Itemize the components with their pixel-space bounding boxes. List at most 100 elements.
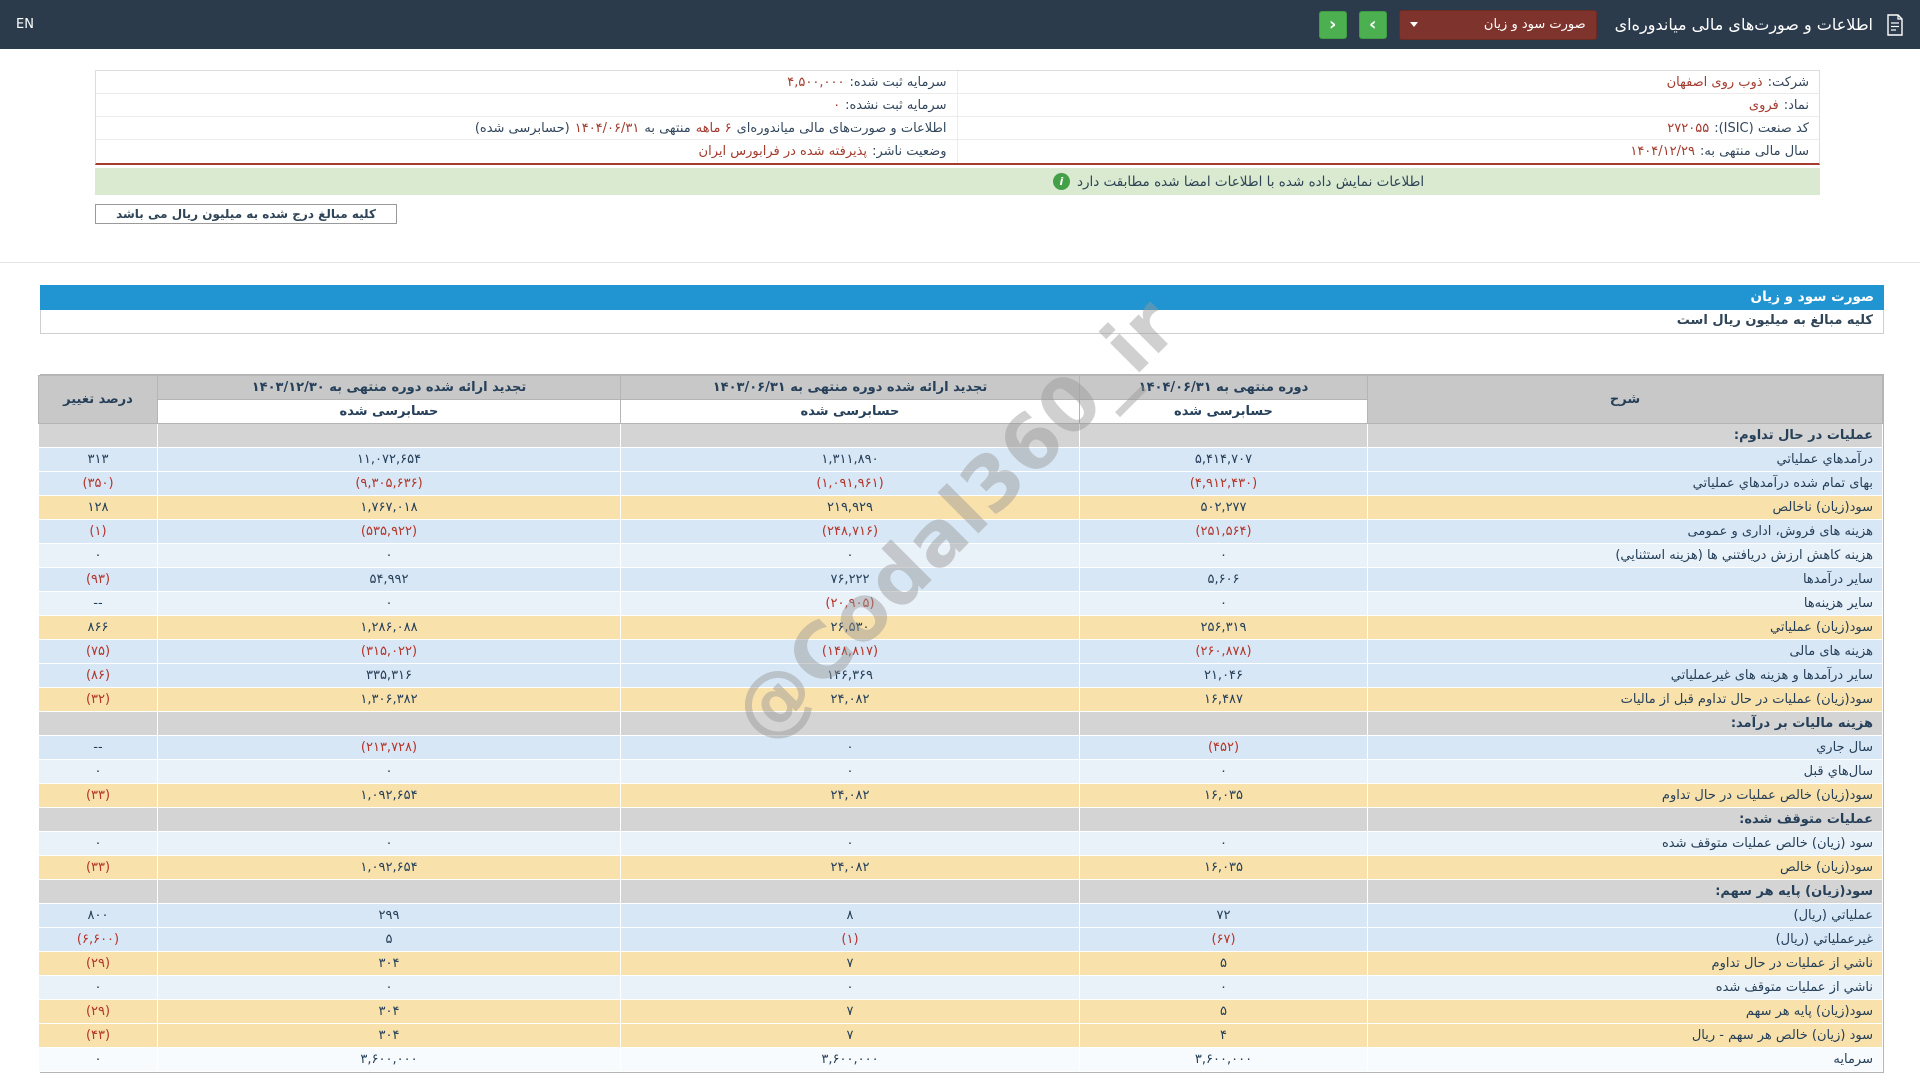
cell-value: (۱): [39, 520, 158, 544]
cell-value: (۳۵۰): [39, 472, 158, 496]
row-label: عملیات در حال تداوم:: [1368, 424, 1883, 448]
table-row: ساير درآمدها و هزينه هاى غيرعملياتي۲۱,۰۴…: [39, 664, 1883, 688]
section-row: عملیات در حال تداوم:: [39, 424, 1883, 448]
language-toggle[interactable]: EN: [16, 17, 34, 32]
cell-value: (۳۲): [39, 688, 158, 712]
cell-value: ۱,۰۹۲,۶۵۴: [158, 856, 621, 880]
row-label: سود (زيان) خالص عمليات متوقف شده: [1368, 832, 1883, 856]
cell-value: ۴: [1080, 1024, 1368, 1048]
cell-value: ۳۱۳: [39, 448, 158, 472]
table-row: سال جاري(۴۵۲)۰(۲۱۳,۷۲۸)--: [39, 736, 1883, 760]
row-label: سود(زيان) پايه هر سهم:: [1368, 880, 1883, 904]
cell-value: (۲۰,۹۰۵): [621, 592, 1080, 616]
cell-value: [621, 880, 1080, 904]
cell-value: [621, 712, 1080, 736]
cell-value: [1080, 880, 1368, 904]
nav-forward-button[interactable]: ›: [1359, 11, 1387, 39]
cell-value: ۲۹۹: [158, 904, 621, 928]
statement-type-select[interactable]: صورت سود و زیان: [1399, 10, 1597, 40]
cell-value: ۷۲: [1080, 904, 1368, 928]
row-label: سال جاري: [1368, 736, 1883, 760]
banner-text: اطلاعات نمایش داده شده با اطلاعات امضا ش…: [1077, 174, 1424, 190]
cell-value: ۰: [39, 760, 158, 784]
statement-title-bar: صورت سود و زیان: [40, 285, 1884, 310]
row-label: سود(زيان) عمليات در حال تداوم قبل از مال…: [1368, 688, 1883, 712]
cell-value: ۲۴,۰۸۲: [621, 856, 1080, 880]
cell-value: (۲۵۱,۵۶۴): [1080, 520, 1368, 544]
info-registered-capital: سرمایه ثبت شده: ۴,۵۰۰,۰۰۰: [96, 71, 958, 94]
table-row: سود (زيان) خالص هر سهم - ريال۴۷۳۰۴(۴۳): [39, 1024, 1883, 1048]
row-label: عملياتي (ريال): [1368, 904, 1883, 928]
statement-unit-note: کلیه مبالغ به میلیون ریال است: [40, 310, 1884, 334]
statement-select-value: صورت سود و زیان: [1484, 17, 1586, 32]
cell-value: ۲۱۹,۹۲۹: [621, 496, 1080, 520]
cell-value: ۰: [39, 544, 158, 568]
cell-value: (۳۳): [39, 784, 158, 808]
table-row: بهاى تمام شده درآمدهاي عملياتي(۴,۹۱۲,۴۳۰…: [39, 472, 1883, 496]
cell-value: (۲۹): [39, 1000, 158, 1024]
cell-value: ۱۱,۰۷۲,۶۵۴: [158, 448, 621, 472]
cell-value: ۰: [158, 544, 621, 568]
info-isic-code: کد صنعت (ISIC): ۲۷۲۰۵۵: [958, 117, 1820, 140]
cell-value: ۷: [621, 952, 1080, 976]
cell-value: (۳۱۵,۰۲۲): [158, 640, 621, 664]
cell-value: (۱): [621, 928, 1080, 952]
table-row: سود(زيان) پايه هر سهم۵۷۳۰۴(۲۹): [39, 1000, 1883, 1024]
cell-value: --: [39, 592, 158, 616]
cell-value: ۷: [621, 1000, 1080, 1024]
cell-value: ۲۴,۰۸۲: [621, 688, 1080, 712]
cell-value: ۰: [1080, 544, 1368, 568]
cell-value: ۵۴,۹۹۲: [158, 568, 621, 592]
cell-value: (۲۶۰,۸۷۸): [1080, 640, 1368, 664]
info-period-description: اطلاعات و صورت‌های مالی میاندوره‌ای ۶ ما…: [96, 117, 958, 140]
col-header-restated-yearend: تجدید ارائه شده دوره منتهی به ۱۴۰۳/۱۲/۳۰: [158, 376, 621, 400]
cell-value: ۱۶,۴۸۷: [1080, 688, 1368, 712]
cell-value: ۰: [39, 832, 158, 856]
unit-note-box: کلیه مبالغ درج شده به میلیون ریال می باش…: [95, 204, 397, 224]
cell-value: ۰: [1080, 976, 1368, 1000]
cell-value: (۵۳۵,۹۲۲): [158, 520, 621, 544]
cell-value: (۴۳): [39, 1024, 158, 1048]
cell-value: ۱۲۸: [39, 496, 158, 520]
table-row: سود (زيان) خالص عمليات متوقف شده۰۰۰۰: [39, 832, 1883, 856]
note-row: کلیه مبالغ درج شده به میلیون ریال می باش…: [95, 204, 1820, 224]
income-statement-table: شرح دوره منتهی به ۱۴۰۴/۰۶/۳۱ تجدید ارائه…: [40, 374, 1884, 1073]
row-label: سود(زيان) عملياتي: [1368, 616, 1883, 640]
audited-label: حسابرسی شده: [158, 400, 621, 424]
row-label: هزينه هاى فروش، ادارى و عمومى: [1368, 520, 1883, 544]
cell-value: [1080, 712, 1368, 736]
cell-value: --: [39, 736, 158, 760]
table-row: درآمدهاي عملياتي۵,۴۱۴,۷۰۷۱,۳۱۱,۸۹۰۱۱,۰۷۲…: [39, 448, 1883, 472]
cell-value: (۱۴۸,۸۱۷): [621, 640, 1080, 664]
row-label: هزينه ماليات بر درآمد:: [1368, 712, 1883, 736]
row-label: سود (زيان) خالص هر سهم - ريال: [1368, 1024, 1883, 1048]
table-row: عملياتي (ريال)۷۲۸۲۹۹۸۰۰: [39, 904, 1883, 928]
cell-value: [621, 424, 1080, 448]
row-label: ناشي از عمليات متوقف شده: [1368, 976, 1883, 1000]
cell-value: ۵,۶۰۶: [1080, 568, 1368, 592]
nav-back-button[interactable]: ‹: [1319, 11, 1347, 39]
row-label: هزينه کاهش ارزش دريافتني ها (هزينه استثن…: [1368, 544, 1883, 568]
row-label: ساير درآمدها و هزينه هاى غيرعملياتي: [1368, 664, 1883, 688]
table-row: سود(زيان) ناخالص۵۰۲,۲۷۷۲۱۹,۹۲۹۱,۷۶۷,۰۱۸۱…: [39, 496, 1883, 520]
report-icon: [1885, 14, 1904, 36]
cell-value: ۳,۶۰۰,۰۰۰: [1080, 1048, 1368, 1072]
table-row: هزينه کاهش ارزش دريافتني ها (هزينه استثن…: [39, 544, 1883, 568]
cell-value: [158, 424, 621, 448]
company-info-panel: شرکت: ذوب روی اصفهان سرمایه ثبت شده: ۴,۵…: [95, 70, 1820, 165]
cell-value: ۳۰۴: [158, 1000, 621, 1024]
cell-value: [158, 808, 621, 832]
table-row: سال‌هاي قبل۰۰۰۰: [39, 760, 1883, 784]
cell-value: ۱۶,۰۳۵: [1080, 784, 1368, 808]
cell-value: (۹,۳۰۵,۶۳۶): [158, 472, 621, 496]
signature-match-banner: اطلاعات نمایش داده شده با اطلاعات امضا ش…: [95, 168, 1820, 195]
cell-value: ۱,۰۹۲,۶۵۴: [158, 784, 621, 808]
chevron-down-icon: [1410, 22, 1418, 27]
cell-value: ۸۶۶: [39, 616, 158, 640]
cell-value: ۳,۶۰۰,۰۰۰: [621, 1048, 1080, 1072]
cell-value: ۵: [158, 928, 621, 952]
row-label: بهاى تمام شده درآمدهاي عملياتي: [1368, 472, 1883, 496]
cell-value: (۶,۶۰۰): [39, 928, 158, 952]
col-header-current-period: دوره منتهی به ۱۴۰۴/۰۶/۳۱: [1080, 376, 1368, 400]
row-label: عمليات متوقف شده:: [1368, 808, 1883, 832]
